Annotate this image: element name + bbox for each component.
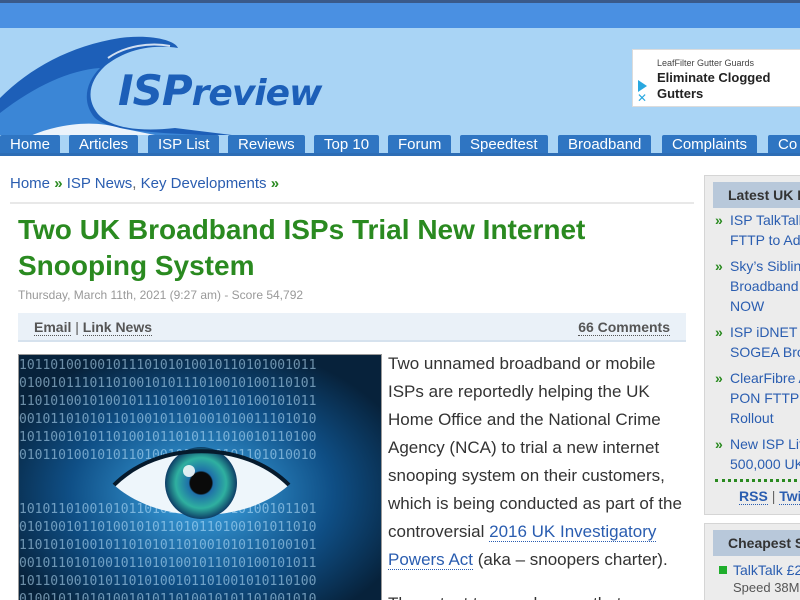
sidebar-feed-links: RSS | Twi (739, 488, 800, 505)
svg-text:001011010101101001011010010100: 00101101010110100101101001010011101010 (19, 412, 316, 427)
svg-text:010010110101001010110100101011: 01001011010100101011010010101101001010 (19, 592, 316, 600)
article-action-bar: Email | Link News 66 Comments (18, 313, 686, 342)
sidebar-latest-news: Latest UK I » ISP TalkTalk FTTP to Ad » S… (704, 175, 800, 515)
news-title-line: SOGEA Bro (730, 344, 800, 360)
main-nav: Home Articles ISP List Reviews Top 10 Fo… (0, 135, 800, 156)
nav-item-forum[interactable]: Forum (388, 135, 452, 153)
breadcrumb-home[interactable]: Home (10, 175, 50, 192)
svg-text:101101001010110101001011010010: 10110100101011010100101101001010110100 (19, 574, 316, 589)
deal-title: TalkTalk £2 (733, 562, 800, 578)
breadcrumb-isp-news[interactable]: ISP News (67, 175, 133, 192)
breadcrumb: Home » ISP News, Key Developments » (10, 175, 279, 192)
breadcrumb-separator: » (54, 175, 63, 192)
bullet-icon: » (715, 258, 723, 274)
nav-item-complaints[interactable]: Complaints (662, 135, 758, 153)
svg-text:110101010010110101011010010101: 11010101001011010101101001010110100101 (19, 538, 316, 553)
svg-text:101101001001011101010100101101: 10110100100101110101010010110101001011 (19, 358, 316, 373)
green-square-icon (719, 566, 727, 574)
svg-text:110101001010010111010010101101: 11010100101001011101001010110100101011 (19, 394, 316, 409)
feed-divider: | (771, 488, 776, 504)
breadcrumb-divider (10, 202, 694, 204)
news-title-line: ClearFibre A (730, 370, 800, 386)
ad-kicker: LeafFilter Gutter Guards (657, 58, 755, 68)
close-icon[interactable]: ✕ (637, 92, 647, 104)
action-divider: | (75, 319, 79, 335)
article-meta: Thursday, March 11th, 2021 (9:27 am) - S… (18, 288, 304, 302)
news-title-line: NOW (730, 298, 765, 314)
news-title-line: FTTP to Ad (730, 232, 800, 248)
nav-item-speedtest[interactable]: Speedtest (460, 135, 548, 153)
header-advert[interactable]: LeafFilter Gutter Guards Eliminate Clogg… (632, 49, 800, 107)
nav-item-home[interactable]: Home (0, 135, 61, 153)
nav-item-reviews[interactable]: Reviews (228, 135, 305, 153)
svg-text:010100101101001010110101101001: 01010010110100101011010110100101011010 (19, 520, 316, 535)
news-title-line: Rollout (730, 410, 774, 426)
bullet-icon: » (715, 324, 723, 340)
bullet-icon: » (715, 212, 723, 228)
paragraph-text: Two unnamed broadband or mobile ISPs are… (388, 354, 682, 541)
nav-item-more[interactable]: Co (768, 135, 800, 153)
bullet-icon: » (715, 370, 723, 386)
logo-review-text: review (191, 73, 323, 114)
article-title: Two UK Broadband ISPs Trial New Internet… (18, 214, 586, 281)
sidebar-latest-heading: Latest UK I (713, 182, 800, 208)
breadcrumb-key-developments[interactable]: Key Developments (141, 175, 267, 192)
top-strip (0, 0, 800, 28)
svg-text:001011010100101101010010110101: 00101101010010110101001011010100101011 (19, 556, 316, 571)
binary-eye-image: 10110100100101110101010010110101001011 0… (19, 355, 381, 600)
news-title-line: Broadband (730, 278, 799, 294)
link-news-link[interactable]: Link News (82, 319, 153, 336)
news-title-line: ISP iDNET (730, 324, 798, 340)
article-paragraph-2: The extent to… and aware that (388, 590, 688, 600)
ad-headline[interactable]: Eliminate Clogged Gutters (657, 70, 800, 102)
rss-link[interactable]: RSS (739, 488, 768, 505)
breadcrumb-separator: » (270, 175, 280, 192)
logo-isp-text: ISP (118, 66, 193, 115)
deal-speed: Speed 38M (733, 580, 800, 595)
nav-item-broadband[interactable]: Broadband (558, 135, 652, 153)
svg-text:010010111011010010101110100101: 01001011101101001010111010010100110101 (19, 376, 316, 391)
bullet-icon: » (715, 436, 723, 452)
breadcrumb-comma: , (132, 175, 137, 192)
nav-item-articles[interactable]: Articles (69, 135, 139, 153)
news-title-line: PON FTTP (730, 390, 800, 406)
news-title-line: New ISP Lit (730, 436, 800, 452)
news-title-line: ISP TalkTalk (730, 212, 800, 228)
site-logo[interactable]: ISPreview (118, 66, 323, 115)
article-paragraph-1: Two unnamed broadband or mobile ISPs are… (388, 350, 688, 574)
article-image[interactable]: 10110100100101110101010010110101001011 0… (18, 354, 382, 600)
site-header: ISPreview LeafFilter Gutter Guards Elimi… (0, 28, 800, 136)
email-link[interactable]: Email (34, 319, 72, 336)
twitter-link[interactable]: Twi (779, 488, 800, 505)
news-title-line: 500,000 UK (730, 456, 800, 472)
news-title-line: Sky’s Siblin (730, 258, 800, 274)
nav-item-top-10[interactable]: Top 10 (314, 135, 380, 153)
sidebar-cheapest-deals: Cheapest S TalkTalk £2 Speed 38M (704, 523, 800, 600)
paragraph-text: (aka – snoopers charter). (473, 550, 668, 569)
sidebar-cheapest-heading: Cheapest S (713, 530, 800, 556)
svg-text:101100101011010010110101110100: 10110010101101001011010111010010110100 (19, 430, 316, 445)
nav-item-isp-list[interactable]: ISP List (148, 135, 220, 153)
comments-link[interactable]: 66 Comments (578, 319, 670, 336)
sidebar-dotted-divider (715, 479, 800, 482)
